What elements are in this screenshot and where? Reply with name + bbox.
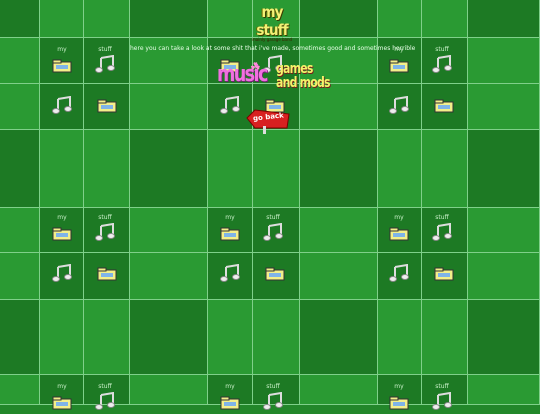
music-note-icon [95,54,115,77]
games-label: games [276,61,313,77]
grid-cell [84,300,130,375]
grid-cell [0,375,40,405]
folder-icon [52,226,72,245]
grid-cell [422,130,468,208]
music-note-icon [432,222,452,245]
music-note-icon [220,263,240,286]
folder-icon [97,98,117,117]
grid-cell [208,130,253,208]
music-note-icon [52,95,72,118]
intro-text: here you can take a look at some shit th… [130,45,416,52]
grid-cell [130,84,208,130]
background-grid: my stuff my stuff my stuff my stuff my stuff my stu… [0,0,540,410]
grid-cell [300,130,378,208]
tile-label: my [225,383,235,390]
tile-label: my [57,383,67,390]
tile-label: stuff [98,214,112,221]
music-note-icon [432,391,452,414]
grid-cell [84,0,130,38]
grid-cell [468,375,540,405]
grid-cell [378,130,422,208]
grid-cell [253,300,300,375]
tile-label: my [225,214,235,221]
tile-label: stuff [98,46,112,53]
grid-cell [0,0,40,38]
grid-cell [0,253,40,300]
music-note-icon [389,95,409,118]
tile-label: my [57,46,67,53]
music-swirl-icon: ☘ [250,60,261,74]
grid-cell [468,84,540,130]
music-note-icon [389,263,409,286]
music-note-icon [220,95,240,118]
games-and-mods-link[interactable]: games and mods [276,61,331,91]
grid-cell [130,208,208,253]
folder-icon [434,266,454,285]
tile-label: my [57,214,67,221]
grid-cell [422,300,468,375]
grid-cell [0,208,40,253]
grid-cell [422,0,468,38]
grid-cell [468,253,540,300]
site-logo: my stuff mainly garage band [242,3,302,42]
tile-label: stuff [435,383,449,390]
music-note-icon [432,54,452,77]
grid-cell [208,300,253,375]
music-note-icon [263,222,283,245]
grid-cell [378,300,422,375]
music-note-icon [95,391,115,414]
music-note-icon [263,391,283,414]
grid-cell [84,130,130,208]
tile-label: stuff [98,383,112,390]
grid-cell [130,300,208,375]
and-mods-label: and mods [276,75,331,91]
grid-cell [40,0,84,38]
grid-cell [300,208,378,253]
grid-cell [300,0,378,38]
tile-label: my [394,214,404,221]
grid-cell [130,0,208,38]
tile-label: stuff [266,214,280,221]
grid-cell [130,130,208,208]
folder-icon [265,266,285,285]
music-note-icon [52,263,72,286]
grid-cell [130,253,208,300]
grid-cell [40,300,84,375]
grid-cell [300,253,378,300]
grid-cell [253,130,300,208]
grid-cell [40,130,84,208]
folder-icon [52,58,72,77]
grid-cell [300,300,378,375]
tile-label: stuff [435,214,449,221]
folder-icon [389,226,409,245]
grid-cell [130,375,208,405]
tile-label: stuff [266,383,280,390]
folder-icon [220,226,240,245]
grid-cell [468,0,540,38]
tile-label: stuff [435,46,449,53]
folder-icon [389,58,409,77]
music-note-icon [95,222,115,245]
grid-cell [468,130,540,208]
tile-label: my [394,383,404,390]
grid-cell [0,84,40,130]
grid-cell [0,300,40,375]
grid-cell [378,0,422,38]
grid-cell [468,300,540,375]
grid-cell [300,375,378,405]
folder-icon [434,98,454,117]
folder-icon [97,266,117,285]
logo-title: my stuff [256,3,288,39]
grid-cell [0,130,40,208]
go-back-button[interactable]: go back [245,108,291,134]
grid-cell [468,38,540,84]
grid-cell [468,208,540,253]
grid-cell [0,38,40,84]
